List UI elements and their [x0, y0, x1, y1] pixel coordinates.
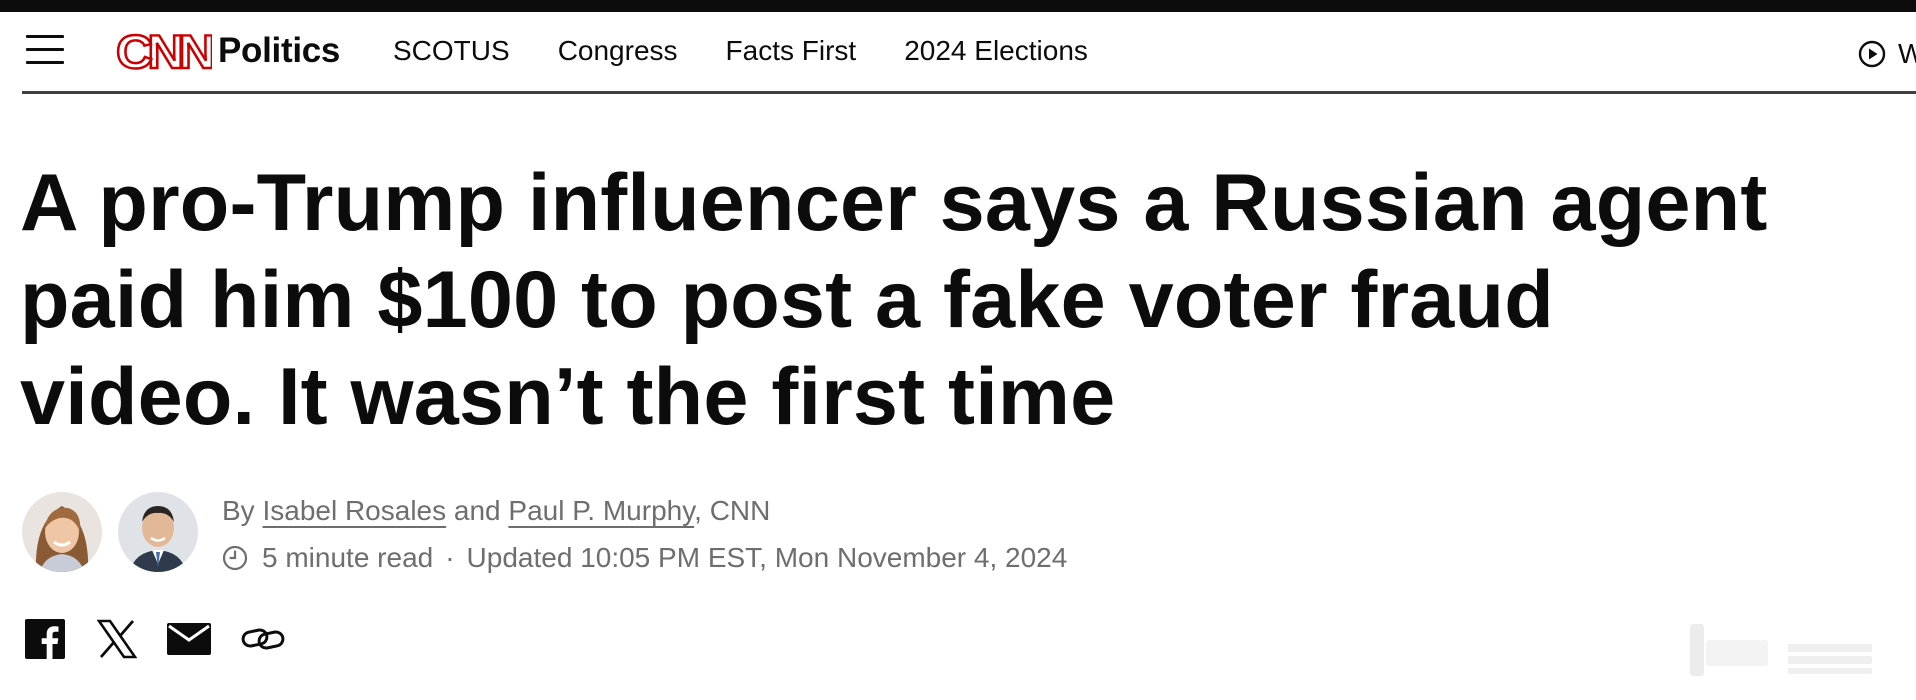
author-avatar-paul-murphy[interactable] — [118, 492, 198, 572]
nav-link-congress[interactable]: Congress — [558, 34, 678, 68]
watch-button[interactable]: W — [1858, 37, 1916, 71]
clock-icon — [222, 545, 248, 571]
nav-link-scotus[interactable]: SCOTUS — [393, 34, 510, 68]
hamburger-menu-icon[interactable] — [26, 35, 64, 65]
author-avatar-isabel-rosales[interactable] — [22, 492, 102, 572]
article-meta: 5 minute read · Updated 10:05 PM EST, Mo… — [222, 541, 1067, 575]
x-icon — [97, 619, 137, 659]
byline-joiner: and — [453, 495, 501, 526]
byline-suffix: , CNN — [694, 495, 771, 526]
cnn-logo-text: CNN — [116, 28, 212, 74]
top-strip — [0, 0, 1916, 12]
read-time: 5 minute read — [262, 542, 434, 573]
faded-widget-graphic — [1690, 624, 1872, 676]
cnn-logo[interactable]: CNN — [116, 28, 212, 74]
author-link-paul-murphy[interactable]: Paul P. Murphy — [508, 495, 694, 526]
avatar-photo — [118, 492, 198, 572]
byline: By Isabel Rosales and Paul P. Murphy, CN… — [222, 494, 770, 528]
share-x-button[interactable] — [96, 618, 138, 660]
nav-links: SCOTUS Congress Facts First 2024 Electio… — [393, 34, 1136, 68]
menu-bar — [26, 48, 64, 51]
menu-bar — [26, 35, 64, 38]
section-title[interactable]: Politics — [218, 30, 340, 72]
share-email-button[interactable] — [166, 618, 212, 660]
nav-link-facts-first[interactable]: Facts First — [726, 34, 857, 68]
article-headline: A pro-Trump influencer says a Russian ag… — [20, 155, 1900, 446]
meta-separator: · — [445, 542, 455, 573]
faded-widget — [1688, 620, 1898, 680]
share-link-button[interactable] — [240, 618, 286, 660]
link-icon — [241, 628, 285, 650]
byline-prefix: By — [222, 495, 255, 526]
share-facebook-button[interactable] — [24, 618, 66, 660]
updated-timestamp: Updated 10:05 PM EST, Mon November 4, 20… — [466, 542, 1068, 573]
menu-bar — [26, 61, 64, 64]
watch-label: W — [1898, 38, 1916, 69]
email-icon — [167, 623, 211, 655]
cnn-logo-mark: CNN — [116, 28, 212, 74]
nav-link-2024-elections[interactable]: 2024 Elections — [904, 34, 1088, 68]
author-link-isabel-rosales[interactable]: Isabel Rosales — [262, 495, 446, 526]
headline-line: paid him $100 to post a fake voter fraud — [20, 255, 1554, 345]
headline-line: A pro-Trump influencer says a Russian ag… — [20, 158, 1768, 248]
avatar-photo — [22, 492, 102, 572]
nav-divider — [22, 91, 1916, 94]
facebook-icon — [25, 619, 65, 659]
headline-line: video. It wasn’t the first time — [20, 352, 1116, 442]
play-circle-icon — [1858, 40, 1886, 68]
